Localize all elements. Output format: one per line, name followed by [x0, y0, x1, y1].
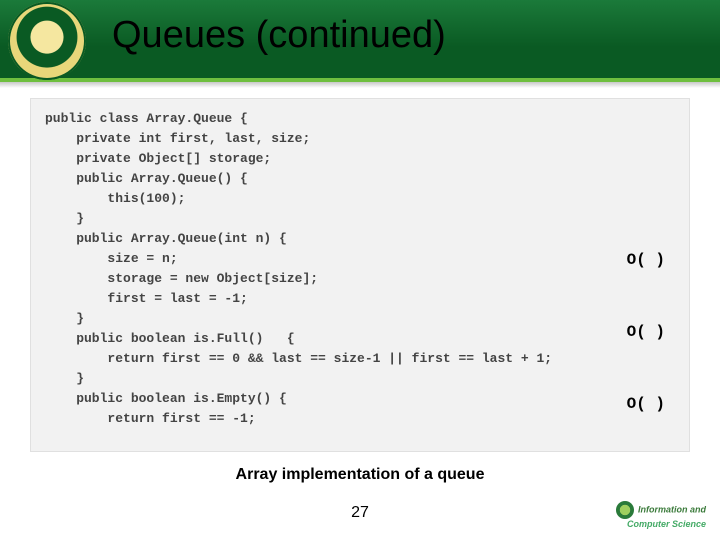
department-logo: Information and Computer Science	[616, 501, 706, 530]
complexity-annotation: O( )	[627, 395, 665, 413]
slide-footer: 27 Information and Computer Science	[0, 504, 720, 540]
university-seal-icon	[8, 2, 86, 80]
slide-header: Queues (continued)	[0, 0, 720, 82]
figure-caption: Array implementation of a queue	[0, 466, 720, 484]
complexity-annotation: O( )	[627, 251, 665, 269]
page-number: 27	[0, 504, 720, 522]
code-lines: public class Array.Queue { private int f…	[45, 109, 675, 429]
slide-title: Queues (continued)	[112, 14, 446, 57]
code-block: public class Array.Queue { private int f…	[30, 98, 690, 452]
footer-brand-line2: Computer Science	[627, 519, 706, 529]
complexity-annotation: O( )	[627, 323, 665, 341]
globe-icon	[616, 501, 634, 519]
footer-brand-line1: Information and	[638, 504, 706, 514]
